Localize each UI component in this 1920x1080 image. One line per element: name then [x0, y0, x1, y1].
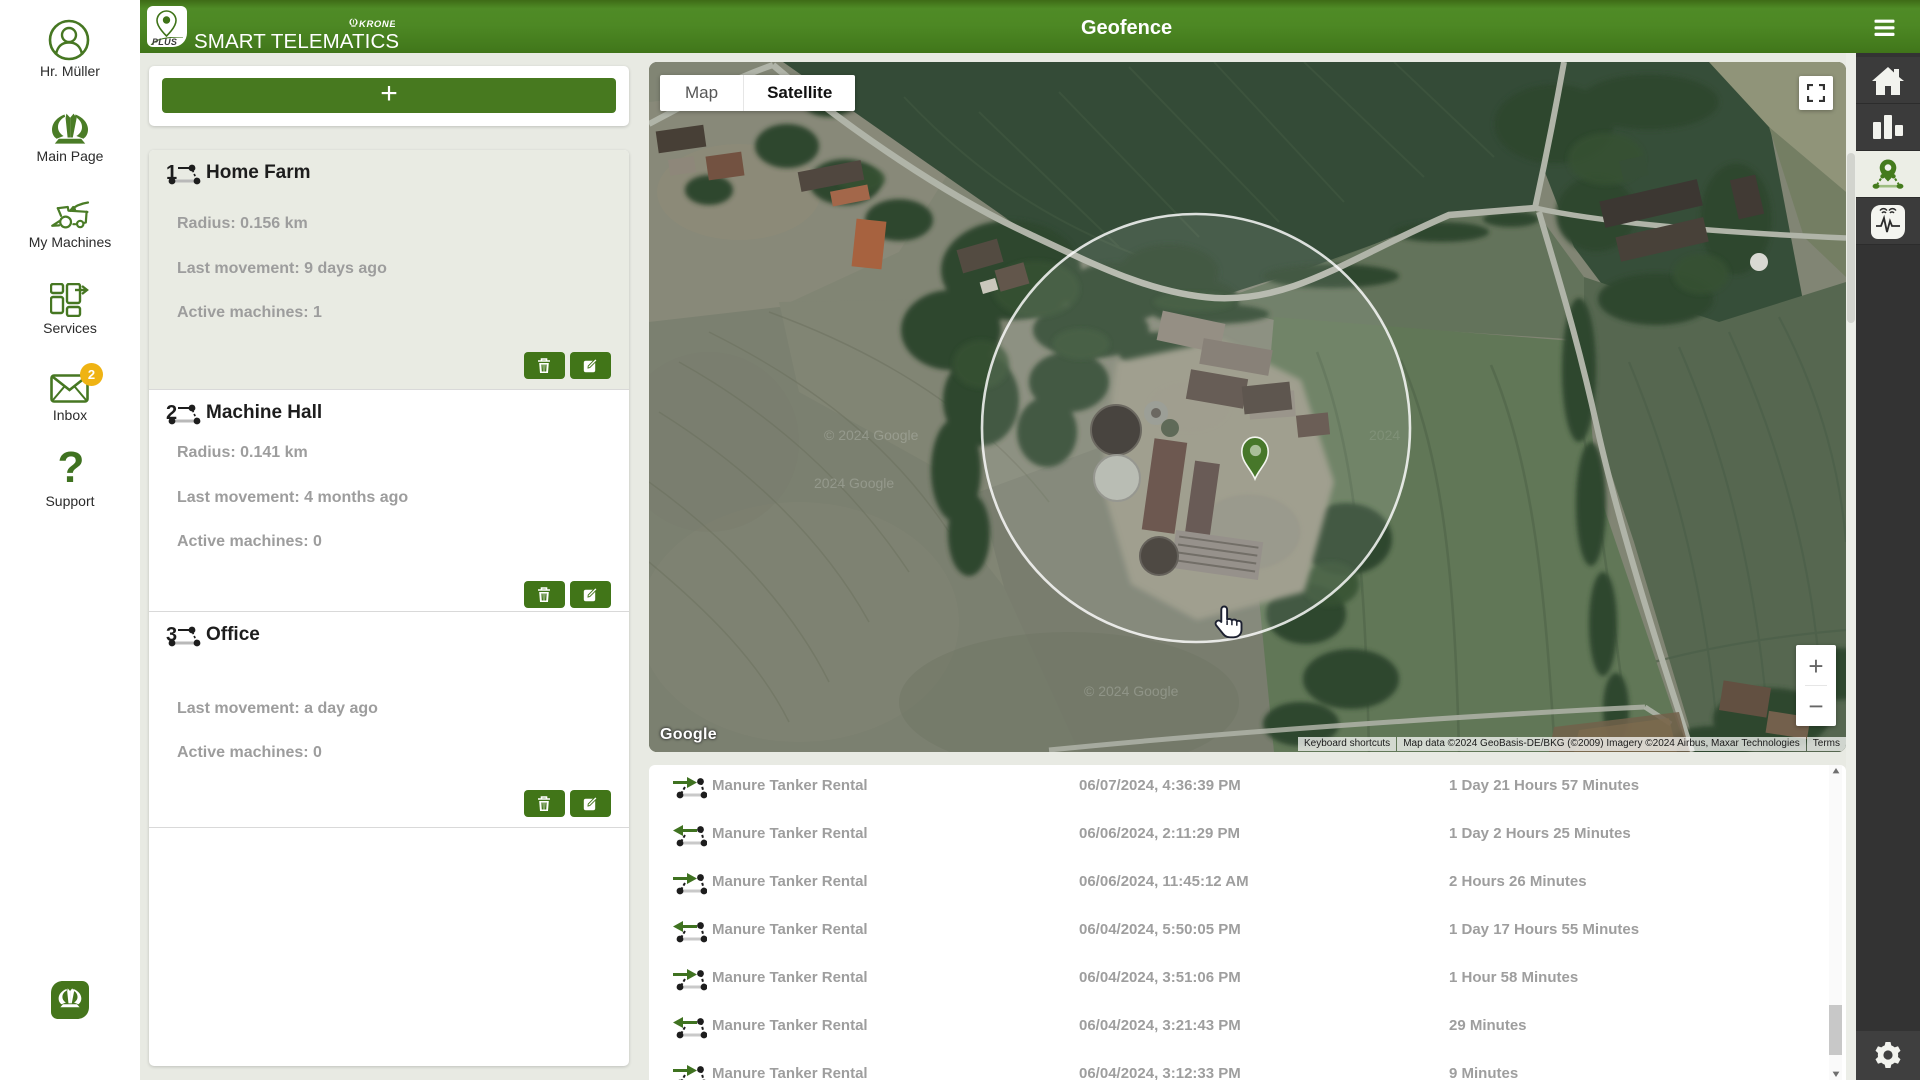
svg-text:KRONE: KRONE: [359, 19, 395, 28]
